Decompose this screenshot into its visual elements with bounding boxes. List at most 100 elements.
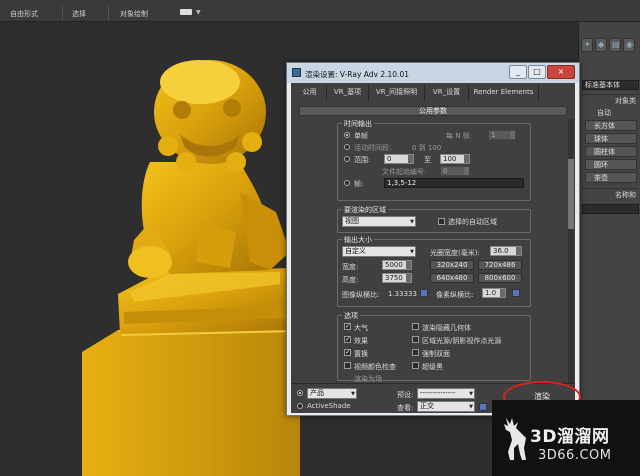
box-button[interactable]: 长方体	[585, 120, 637, 131]
motion-tab-icon[interactable]: ◉	[623, 38, 635, 52]
preset-800x600-button[interactable]: 800x600	[478, 273, 522, 283]
dialog-titlebar[interactable]: 渲染设置: V-Ray Adv 2.10.01 _ □ ×	[287, 63, 579, 83]
image-aspect-value: 1.33333	[388, 290, 417, 298]
chevron-down-icon: ▼	[410, 249, 414, 255]
dialog-scrollbar[interactable]	[568, 119, 574, 391]
chevron-down-icon[interactable]: ▼	[196, 9, 201, 16]
video-color-label: 视频颜色检查	[354, 363, 396, 371]
lock-view-icon[interactable]	[479, 403, 487, 411]
site-watermark: 3D溜溜网 3D66.COM	[492, 400, 640, 476]
render-hidden-checkbox[interactable]	[412, 323, 419, 330]
height-label: 高度:	[342, 276, 359, 284]
preset-320x240-button[interactable]: 320x240	[430, 260, 474, 270]
scrollbar-thumb[interactable]	[568, 159, 574, 229]
range-from-spinner[interactable]: 0	[384, 154, 414, 164]
frames-label: 帧:	[354, 180, 364, 188]
hierarchy-tab-icon[interactable]: ▤	[609, 38, 621, 52]
range-to-spinner[interactable]: 100	[440, 154, 470, 164]
toolbar-select[interactable]: 选择	[72, 9, 86, 19]
toolbar-toggle-icon[interactable]	[180, 9, 192, 15]
sphere-button[interactable]: 球体	[585, 133, 637, 144]
command-panel-tabs: ✦ ◆ ▤ ◉	[581, 38, 640, 56]
preset-label: 预设:	[397, 391, 414, 399]
render-hidden-label: 渲染隐藏几何体	[422, 324, 471, 332]
create-tab-icon[interactable]: ✦	[581, 38, 593, 52]
width-spinner[interactable]: 5000	[382, 260, 412, 270]
tab-common[interactable]: 公用	[293, 85, 327, 101]
toolbar-freeform[interactable]: 自由形式	[10, 9, 38, 19]
object-type-dropdown[interactable]: 标准基本体	[582, 80, 639, 90]
autogrid-label: 自动	[597, 109, 611, 117]
pixel-aspect-label: 像素纵横比:	[436, 291, 474, 299]
preset-dropdown[interactable]: -------------- ▼	[417, 388, 475, 399]
displacement-checkbox[interactable]	[344, 348, 351, 356]
effects-label: 效果	[354, 337, 368, 345]
render-settings-dialog: 渲染设置: V-Ray Adv 2.10.01 _ □ × 公用 VR_基项 V…	[286, 62, 580, 416]
file-start-spinner[interactable]: 0	[440, 166, 470, 176]
every-n-label: 每 N 帧:	[446, 132, 473, 140]
tab-vr-settings[interactable]: VR_设置	[425, 85, 469, 101]
lock-aspect-icon[interactable]	[420, 289, 428, 297]
single-frame-radio[interactable]	[344, 132, 350, 138]
super-black-checkbox[interactable]	[412, 362, 419, 369]
area-mode-dropdown[interactable]: 视图 ▼	[342, 216, 416, 227]
deer-logo-icon	[504, 418, 526, 460]
tab-strip: 公用 VR_基项 VR_间接照明 VR_设置 Render Elements	[291, 85, 575, 101]
teapot-button[interactable]: 茶壶	[585, 172, 637, 183]
tab-vr-base[interactable]: VR_基项	[327, 85, 369, 101]
video-color-checkbox[interactable]	[344, 362, 351, 369]
app-icon	[292, 68, 301, 77]
cylinder-button[interactable]: 圆柱体	[585, 146, 637, 157]
atmosphere-checkbox[interactable]	[344, 322, 351, 330]
effects-checkbox[interactable]	[344, 335, 351, 343]
frames-radio[interactable]	[344, 180, 350, 186]
close-button[interactable]: ×	[547, 65, 575, 79]
time-output-label: 时间输出	[342, 119, 374, 129]
toolbar-separator	[108, 6, 109, 20]
watermark-brand: 3D溜溜网	[530, 427, 610, 447]
options-label: 选项	[342, 311, 360, 321]
area-lights-label: 区域光源/阴影视作点光源	[422, 337, 502, 345]
range-radio[interactable]	[344, 156, 350, 162]
area-to-render-group: 要渲染的区域 视图 ▼ 选择的自动区域	[337, 205, 531, 233]
torus-button[interactable]: 圆环	[585, 159, 637, 170]
atmosphere-label: 大气	[354, 324, 368, 332]
minimize-button[interactable]: _	[509, 65, 527, 79]
force-two-sided-label: 强制双面	[422, 350, 450, 358]
auto-region-checkbox[interactable]	[438, 218, 445, 225]
preset-720x486-button[interactable]: 720x486	[478, 260, 522, 270]
dialog-body: 公用 VR_基项 VR_间接照明 VR_设置 Render Elements 公…	[291, 83, 575, 413]
maximize-button[interactable]: □	[528, 65, 546, 79]
every-n-spinner[interactable]: 1	[488, 130, 516, 140]
range-to-label: 至	[424, 156, 431, 164]
pixel-aspect-spinner[interactable]: 1.0	[482, 288, 506, 298]
aperture-spinner[interactable]: 36.0	[490, 246, 522, 256]
range-label: 范围:	[354, 156, 371, 164]
height-spinner[interactable]: 3750	[382, 273, 412, 283]
preset-640x480-button[interactable]: 640x480	[430, 273, 474, 283]
common-parameters-rollout[interactable]: 公用参数	[299, 106, 567, 116]
output-size-dropdown[interactable]: 自定义 ▼	[342, 246, 416, 257]
toolbar-separator	[62, 6, 63, 20]
toolbar-object-paint[interactable]: 对象绘制	[120, 9, 148, 19]
file-start-label: 文件起始编号:	[382, 168, 427, 176]
activeshade-radio[interactable]	[297, 403, 303, 409]
production-dropdown[interactable]: 产品 ▼	[307, 388, 357, 399]
aperture-label: 光圈宽度(毫米):	[430, 249, 480, 257]
panel-divider	[581, 188, 639, 189]
frames-input[interactable]: 1,3,5-12	[384, 178, 524, 188]
production-radio[interactable]	[297, 390, 303, 396]
view-dropdown[interactable]: 正交 ▼	[417, 401, 475, 412]
output-size-group: 输出大小 自定义 ▼ 光圈宽度(毫米): 36.0 宽度: 5000 320x24…	[337, 235, 531, 307]
chevron-down-icon: ▼	[469, 404, 473, 410]
modify-tab-icon[interactable]: ◆	[595, 38, 607, 52]
name-field[interactable]	[582, 204, 639, 214]
force-two-sided-checkbox[interactable]	[412, 349, 419, 356]
active-segment-radio[interactable]	[344, 144, 350, 150]
tab-render-elements[interactable]: Render Elements	[469, 85, 539, 101]
lock-pixel-aspect-icon[interactable]	[512, 289, 520, 297]
tab-vr-gi[interactable]: VR_间接照明	[369, 85, 425, 101]
width-label: 宽度:	[342, 263, 359, 271]
output-size-label: 输出大小	[342, 235, 374, 245]
area-lights-checkbox[interactable]	[412, 336, 419, 343]
